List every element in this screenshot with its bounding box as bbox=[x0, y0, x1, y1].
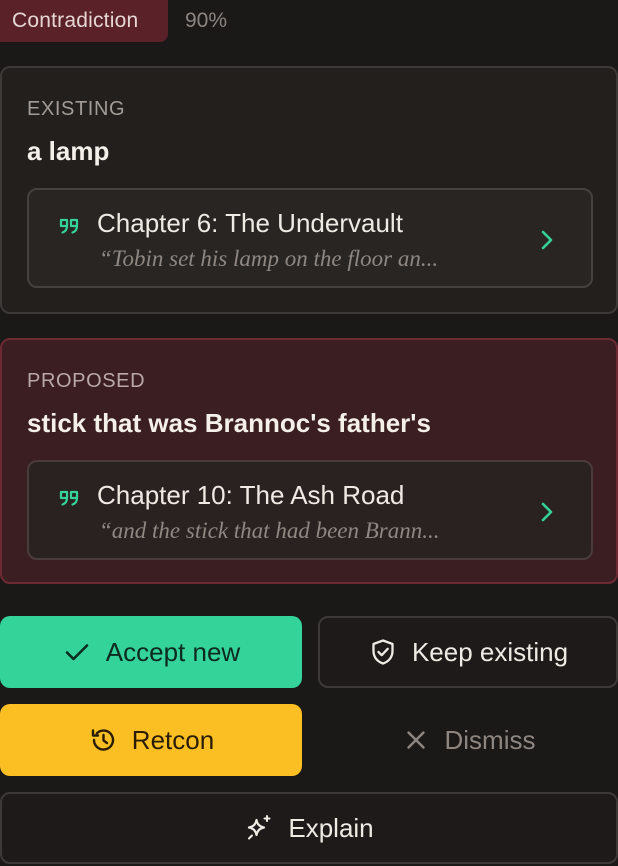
check-icon bbox=[65, 644, 89, 661]
citation-title: Chapter 10: The Ash Road bbox=[97, 480, 405, 510]
retcon-label: Retcon bbox=[131, 724, 215, 755]
close-icon bbox=[406, 731, 425, 749]
citation-title: Chapter 6: The Undervault bbox=[97, 208, 403, 238]
history-icon bbox=[91, 729, 114, 751]
explain-label: Explain bbox=[288, 812, 374, 843]
proposed-citation[interactable]: Chapter 10: The Ash Road “and the stick … bbox=[27, 460, 593, 560]
contradiction-badge: Contradiction bbox=[0, 0, 168, 42]
accept-new-label: Accept new bbox=[105, 636, 241, 667]
citation-excerpt: “and the stick that had been Brann... bbox=[99, 518, 440, 543]
quote-icon bbox=[59, 218, 79, 234]
dismiss-button[interactable]: Dismiss bbox=[318, 704, 618, 776]
existing-card: EXISTING a lamp Chapter 6: The Undervaul… bbox=[0, 66, 618, 314]
quote-icon bbox=[59, 490, 79, 506]
shield-check-icon bbox=[372, 639, 394, 665]
dismiss-label: Dismiss bbox=[444, 724, 536, 755]
proposed-card: PROPOSED stick that was Brannoc's father… bbox=[0, 338, 618, 584]
sparkles-icon bbox=[248, 815, 271, 840]
citation-excerpt: “Tobin set his lamp on the floor an... bbox=[99, 246, 439, 271]
chevron-right-icon bbox=[541, 230, 553, 250]
existing-citation[interactable]: Chapter 6: The Undervault “Tobin set his… bbox=[27, 188, 593, 288]
proposed-label: PROPOSED bbox=[27, 370, 146, 392]
explain-button[interactable]: Explain bbox=[0, 792, 618, 864]
existing-label: EXISTING bbox=[27, 98, 126, 120]
proposed-value: stick that was Brannoc's father's bbox=[27, 408, 431, 438]
confidence-value: 90% bbox=[185, 9, 228, 32]
existing-value: a lamp bbox=[27, 136, 110, 166]
accept-new-button[interactable]: Accept new bbox=[0, 616, 302, 688]
keep-existing-label: Keep existing bbox=[411, 636, 569, 667]
contradiction-panel: Contradiction 90% EXISTING a lamp Chapte… bbox=[0, 0, 618, 866]
panel-header: Contradiction 90% bbox=[0, 0, 618, 42]
chevron-right-icon bbox=[541, 502, 553, 522]
keep-existing-button[interactable]: Keep existing bbox=[318, 616, 618, 688]
retcon-button[interactable]: Retcon bbox=[0, 704, 302, 776]
